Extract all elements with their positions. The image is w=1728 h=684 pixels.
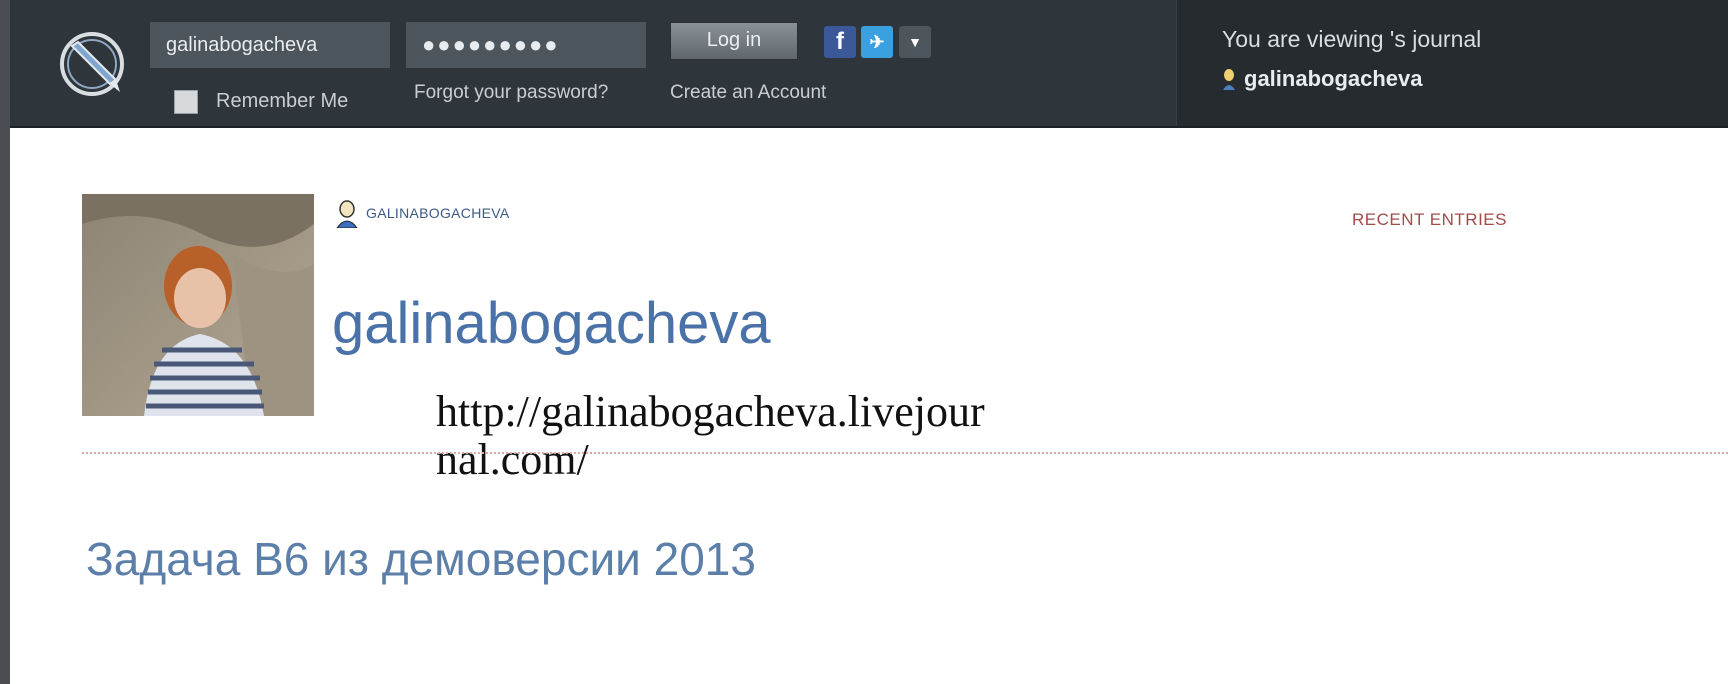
remember-me-checkbox[interactable] [174,90,198,114]
dropdown-icon[interactable]: ▼ [899,26,931,58]
login-button[interactable]: Log in [670,22,798,60]
header-divider [82,452,1728,454]
livejournal-logo-icon[interactable] [54,24,134,104]
remember-me-label: Remember Me [216,90,349,112]
viewing-journal-text: You are viewing 's journal [1222,26,1482,52]
journal-owner-link[interactable]: GALINABOGACHEVA [336,200,510,228]
window-left-border [0,0,10,684]
facebook-icon[interactable]: f [824,26,856,58]
user-icon [1223,69,1235,90]
user-icon [336,200,358,228]
journal-title[interactable]: galinabogacheva [332,290,771,357]
create-account-link[interactable]: Create an Account [670,82,826,104]
viewing-user-link[interactable]: galinabogacheva [1222,66,1423,92]
journal-owner-name: GALINABOGACHEVA [366,205,510,221]
password-input[interactable]: ●●●●●●●●● [406,22,646,68]
twitter-icon[interactable]: ✈ [861,26,893,58]
viewing-username: galinabogacheva [1244,66,1423,91]
top-navigation-bar: galinabogacheva ●●●●●●●●● Log in f ✈ ▼ R… [10,0,1728,128]
forgot-password-link[interactable]: Forgot your password? [414,82,608,104]
viewing-panel [1176,0,1728,126]
username-input[interactable]: galinabogacheva [150,22,390,68]
recent-entries-link[interactable]: RECENT ENTRIES [1352,210,1507,230]
post-title[interactable]: Задача В6 из демоверсии 2013 [86,532,756,586]
user-avatar[interactable] [82,194,314,416]
journal-url-overlay: http://galinabogacheva.livejour nal.com/ [436,387,985,484]
